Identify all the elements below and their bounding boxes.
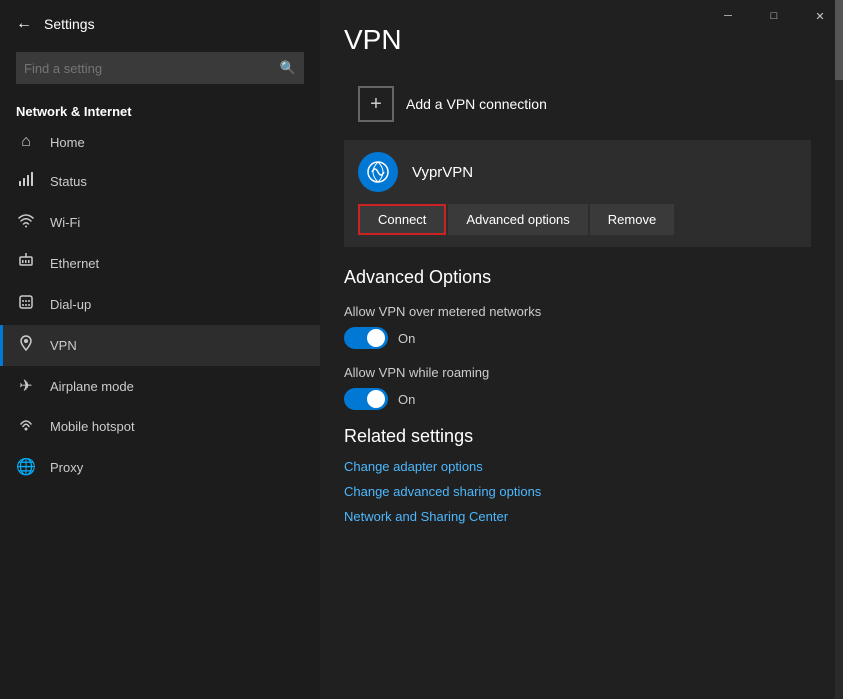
nav-item-airplane[interactable]: ✈ Airplane mode (0, 366, 320, 406)
airplane-icon: ✈ (16, 376, 36, 396)
nav-label-home: Home (50, 135, 85, 150)
maximize-button[interactable]: □ (751, 0, 797, 32)
nav-item-status[interactable]: Status (0, 161, 320, 202)
roaming-toggle-text: On (398, 392, 415, 407)
nav-label-hotspot: Mobile hotspot (50, 419, 135, 434)
sidebar-title: Settings (44, 16, 95, 32)
metered-toggle-control: On (344, 327, 811, 349)
nav-label-vpn: VPN (50, 338, 77, 353)
scrollbar-track (835, 0, 843, 699)
hotspot-icon (16, 416, 36, 437)
nav-label-ethernet: Ethernet (50, 256, 99, 271)
main-scroll-area[interactable]: VPN + Add a VPN connection VyprVPN (320, 0, 843, 699)
related-settings-title: Related settings (344, 426, 811, 447)
remove-button[interactable]: Remove (590, 204, 674, 235)
add-vpn-button[interactable]: + Add a VPN connection (344, 76, 561, 132)
nav-item-wifi[interactable]: Wi-Fi (0, 202, 320, 243)
change-sharing-options-link[interactable]: Change advanced sharing options (344, 484, 811, 499)
vpn-actions: Connect Advanced options Remove (344, 204, 811, 247)
advanced-options-button[interactable]: Advanced options (448, 204, 587, 235)
search-box[interactable]: 🔍 (16, 52, 304, 84)
nav-label-wifi: Wi-Fi (50, 215, 80, 230)
back-button[interactable]: ← (16, 15, 32, 33)
nav-label-airplane: Airplane mode (50, 379, 134, 394)
search-input[interactable] (24, 61, 280, 76)
nav-item-dialup[interactable]: Dial-up (0, 284, 320, 325)
dialup-icon (16, 294, 36, 315)
change-adapter-options-link[interactable]: Change adapter options (344, 459, 811, 474)
nav-label-status: Status (50, 174, 87, 189)
vpn-header: VyprVPN (344, 140, 811, 204)
nav-label-dialup: Dial-up (50, 297, 91, 312)
home-icon: ⌂ (16, 133, 36, 151)
connect-button[interactable]: Connect (358, 204, 446, 235)
ethernet-icon (16, 253, 36, 274)
vpn-card: VyprVPN Connect Advanced options Remove (344, 140, 811, 247)
nav-item-vpn[interactable]: VPN (0, 325, 320, 366)
vpn-logo (358, 152, 398, 192)
search-icon: 🔍 (280, 60, 296, 76)
metered-toggle[interactable] (344, 327, 388, 349)
related-settings-section: Related settings Change adapter options … (344, 426, 811, 524)
main-content: ─ □ ✕ VPN + Add a VPN connection Vy (320, 0, 843, 699)
metered-label: Allow VPN over metered networks (344, 304, 811, 319)
metered-networks-row: Allow VPN over metered networks On (344, 304, 811, 349)
advanced-options-section: Advanced Options Allow VPN over metered … (344, 267, 811, 410)
roaming-row: Allow VPN while roaming On (344, 365, 811, 410)
roaming-toggle-control: On (344, 388, 811, 410)
metered-toggle-text: On (398, 331, 415, 346)
nav-item-ethernet[interactable]: Ethernet (0, 243, 320, 284)
nav-label-proxy: Proxy (50, 460, 83, 475)
wifi-icon (16, 212, 36, 233)
add-vpn-label: Add a VPN connection (406, 96, 547, 112)
add-vpn-icon: + (358, 86, 394, 122)
network-sharing-center-link[interactable]: Network and Sharing Center (344, 509, 811, 524)
nav-item-home[interactable]: ⌂ Home (0, 123, 320, 161)
scrollbar-thumb[interactable] (835, 0, 843, 80)
window-controls: ─ □ ✕ (705, 0, 843, 32)
nav-item-proxy[interactable]: 🌐 Proxy (0, 447, 320, 487)
back-icon: ← (16, 15, 32, 33)
minimize-button[interactable]: ─ (705, 0, 751, 32)
titlebar: ← Settings (0, 0, 320, 48)
nav-item-hotspot[interactable]: Mobile hotspot (0, 406, 320, 447)
roaming-label: Allow VPN while roaming (344, 365, 811, 380)
sidebar: ← Settings 🔍 Network & Internet ⌂ Home S… (0, 0, 320, 699)
status-icon (16, 171, 36, 192)
section-label: Network & Internet (0, 96, 320, 123)
advanced-options-title: Advanced Options (344, 267, 811, 288)
roaming-toggle[interactable] (344, 388, 388, 410)
vpn-icon (16, 335, 36, 356)
vpn-name: VyprVPN (412, 164, 473, 181)
proxy-icon: 🌐 (16, 457, 36, 477)
